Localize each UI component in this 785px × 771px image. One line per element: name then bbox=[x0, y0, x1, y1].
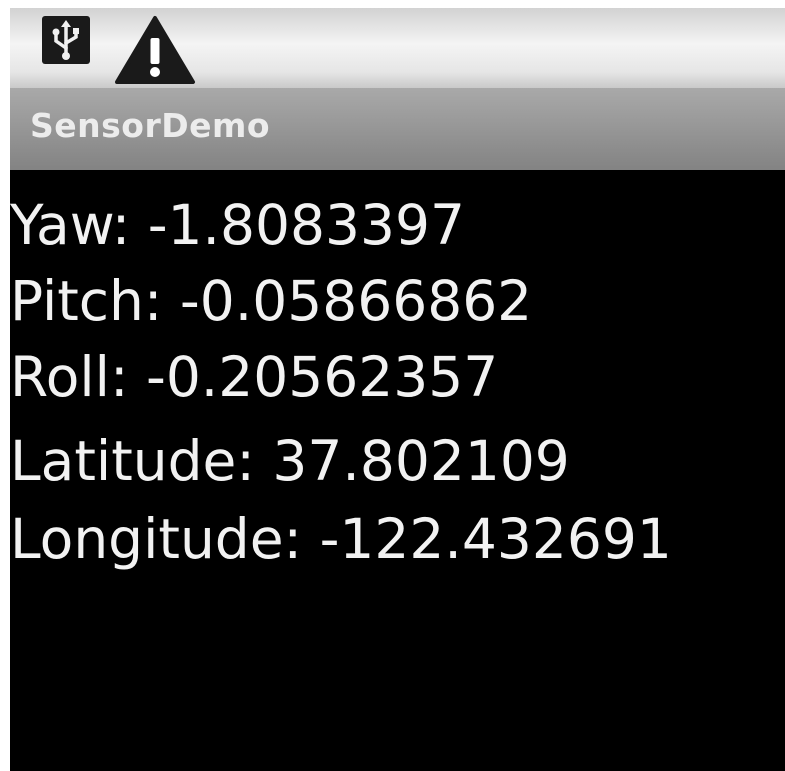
status-bar[interactable] bbox=[10, 8, 785, 88]
app-title-bar: SensorDemo bbox=[10, 88, 785, 170]
yaw-reading: Yaw: -1.8083397 bbox=[10, 193, 465, 257]
latitude-reading: Latitude: 37.802109 bbox=[10, 429, 570, 493]
usb-icon[interactable] bbox=[42, 16, 90, 64]
app-title: SensorDemo bbox=[30, 106, 271, 145]
pitch-reading: Pitch: -0.05866862 bbox=[10, 269, 533, 333]
sensor-readings: Yaw: -1.8083397 Pitch: -0.05866862 Roll:… bbox=[10, 170, 785, 771]
longitude-reading: Longitude: -122.432691 bbox=[10, 507, 672, 571]
roll-reading: Roll: -0.20562357 bbox=[10, 345, 499, 409]
warning-icon[interactable] bbox=[113, 14, 197, 86]
device-screen: SensorDemo Yaw: -1.8083397 Pitch: -0.058… bbox=[10, 8, 785, 771]
